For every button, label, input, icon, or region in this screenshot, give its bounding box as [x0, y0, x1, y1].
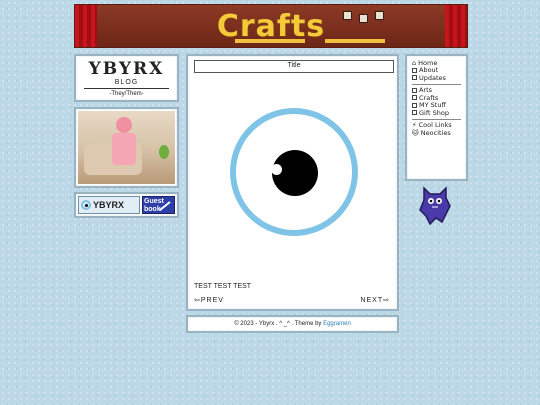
- logo-divider: [84, 88, 169, 89]
- page-icon: [412, 110, 417, 116]
- nav-item-updates[interactable]: Updates: [412, 74, 461, 82]
- nav-label-neocities: Neocities: [420, 128, 451, 137]
- eye-icon: [81, 200, 91, 210]
- page-icon: [412, 87, 417, 93]
- nav-label-gift-shop: Gift Shop: [419, 108, 449, 117]
- home-icon: ⌂: [412, 58, 417, 67]
- header-banner: Crafts: [74, 4, 468, 48]
- eye-pupil: [271, 150, 318, 196]
- page-icon: [412, 67, 417, 73]
- blog-logo[interactable]: YBYRX BLOG -They/Them-: [74, 54, 179, 102]
- logo-name: YBYRX: [88, 59, 165, 79]
- logo-subtitle: BLOG: [114, 79, 139, 86]
- arrow-right-icon: ⇨: [383, 297, 390, 304]
- footer: © 2023 - Ybyrx . ^ _^ . Theme by Eggrame…: [186, 315, 399, 333]
- pen-icon: [159, 201, 171, 211]
- prev-button[interactable]: ⇦PREV: [194, 296, 224, 304]
- pixel-creature-sprite: [419, 186, 451, 226]
- page-icon: [412, 95, 417, 101]
- nav-divider: [412, 83, 461, 85]
- page-icon: [412, 75, 417, 81]
- page-icon: [412, 102, 417, 108]
- theme-credit-link[interactable]: Eggramen: [323, 321, 351, 327]
- sidebar-nav: ⌂ Home About Updates Arts Crafts MY Stuff…: [405, 54, 468, 181]
- arrow-left-icon: ⇦: [194, 297, 201, 304]
- footer-text: © 2023 - Ybyrx . ^ _^ . Theme by: [234, 321, 324, 327]
- post-body: TEST TEST TEST: [194, 283, 252, 290]
- nav-item-gift-shop[interactable]: Gift Shop: [412, 109, 461, 117]
- prev-label: PREV: [200, 297, 224, 304]
- ybyrx-badge-button[interactable]: YBYRX: [78, 196, 140, 214]
- cat-icon: 🐱: [412, 128, 419, 137]
- guestbook-button[interactable]: Guest book: [142, 196, 175, 214]
- post-title: Title: [194, 60, 394, 73]
- main-content: Title TEST TEST TEST ⇦PREV NEXT⇨: [186, 54, 399, 311]
- nav-item-neocities[interactable]: 🐱 Neocities: [412, 129, 461, 137]
- banner-title: Crafts: [216, 9, 326, 44]
- button-badges: YBYRX Guest book: [74, 192, 179, 218]
- profile-photo: [74, 107, 179, 188]
- next-button[interactable]: NEXT⇨: [360, 296, 390, 304]
- nav-divider: [412, 118, 461, 120]
- next-label: NEXT: [360, 297, 384, 304]
- nav-label-updates: Updates: [419, 73, 446, 82]
- pronouns: -They/Them-: [109, 91, 144, 97]
- ybyrx-badge-label: YBYRX: [93, 200, 125, 210]
